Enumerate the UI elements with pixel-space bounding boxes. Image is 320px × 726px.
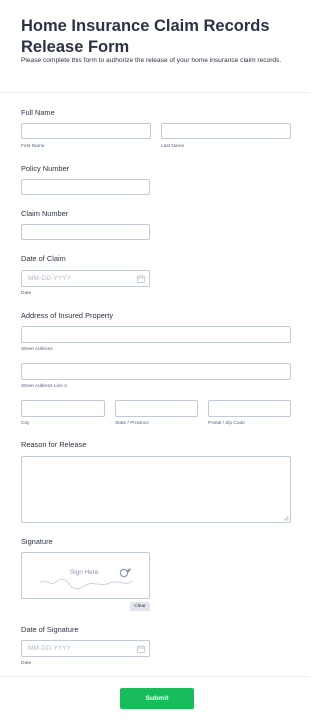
date-of-signature-input[interactable]: MM-DD-YYYY — [21, 640, 150, 657]
date-of-signature-sublabel: Date — [21, 661, 32, 666]
state-input[interactable] — [115, 400, 198, 417]
city-sublabel: City — [21, 421, 30, 426]
last-name-sublabel: Last Name — [161, 144, 185, 149]
signature-pad[interactable]: Sign Here — [21, 552, 150, 599]
clear-signature-button[interactable]: Clear — [130, 602, 150, 611]
pen-icon — [119, 568, 131, 578]
date-of-claim-label: Date of Claim — [21, 254, 66, 263]
street-address-line2-sublabel: Street Address Line 2 — [21, 384, 67, 389]
date-of-claim-placeholder: MM-DD-YYYY — [28, 275, 72, 282]
form-header: Home Insurance Claim Records Release For… — [0, 0, 310, 93]
street-address-input[interactable] — [21, 326, 291, 343]
reason-textarea[interactable] — [21, 456, 291, 523]
policy-number-input[interactable] — [21, 179, 150, 195]
street-address-sublabel: Street Address — [21, 347, 53, 352]
date-of-claim-input[interactable]: MM-DD-YYYY — [21, 270, 150, 287]
full-name-label: Full Name — [21, 108, 55, 117]
first-name-sublabel: First Name — [21, 144, 45, 149]
form-title: Home Insurance Claim Records Release For… — [21, 17, 270, 56]
submit-button[interactable]: Submit — [120, 688, 194, 709]
street-address-line2-input[interactable] — [21, 363, 291, 380]
postal-code-input[interactable] — [208, 400, 291, 417]
last-name-input[interactable] — [161, 123, 291, 139]
signature-label: Signature — [21, 537, 53, 546]
calendar-icon[interactable] — [137, 645, 145, 653]
claim-number-label: Claim Number — [21, 209, 69, 218]
first-name-input[interactable] — [21, 123, 151, 139]
reason-label: Reason for Release — [21, 440, 87, 449]
date-of-signature-label: Date of Signature — [21, 625, 79, 634]
calendar-icon[interactable] — [137, 275, 145, 283]
date-of-signature-placeholder: MM-DD-YYYY — [28, 645, 72, 652]
postal-code-sublabel: Postal / Zip Code — [208, 421, 245, 426]
form-subtitle: Please complete this form to authorize t… — [21, 57, 282, 64]
signature-placeholder: Sign Here — [70, 569, 99, 576]
claim-number-input[interactable] — [21, 224, 150, 240]
state-sublabel: State / Province — [115, 421, 149, 426]
address-label: Address of Insured Property — [21, 311, 114, 320]
policy-number-label: Policy Number — [21, 164, 70, 173]
date-of-claim-sublabel: Date — [21, 291, 32, 296]
city-input[interactable] — [21, 400, 105, 417]
resize-handle-icon[interactable] — [283, 515, 289, 521]
